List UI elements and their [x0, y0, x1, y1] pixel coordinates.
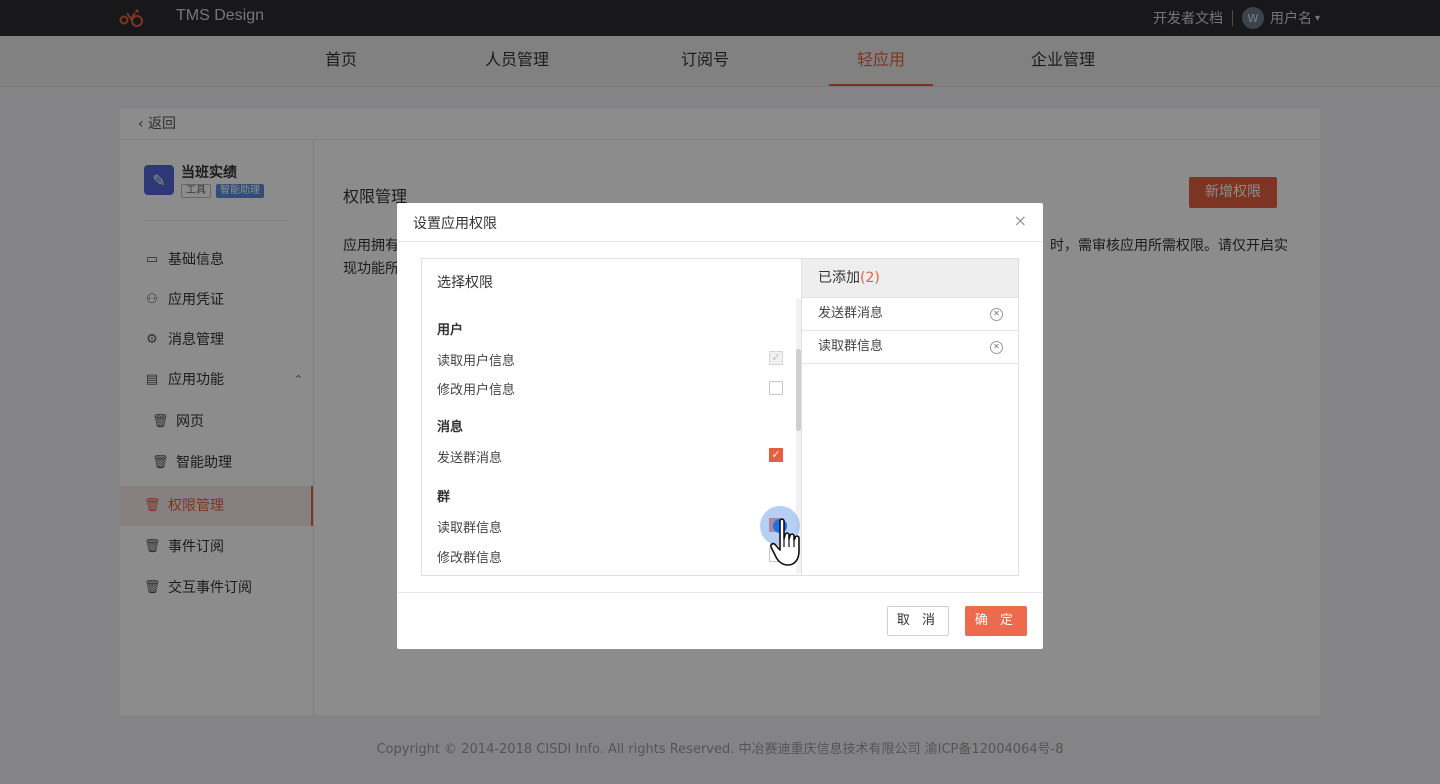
option-modify-user: 修改用户信息 [437, 383, 516, 398]
remove-circle-icon[interactable]: ✕ [990, 308, 1003, 321]
group-group: 群 [437, 490, 451, 505]
group-user: 用户 [437, 323, 464, 338]
option-send-group-message: 发送群消息 [437, 451, 503, 466]
option-read-group: 读取群信息 [437, 521, 503, 536]
permission-transfer: 选择权限 用户 读取用户信息 ✓ 修改用户信息 消息 发送群消息 ✓ 群 读取群… [421, 258, 1019, 576]
remove-circle-icon[interactable]: ✕ [990, 341, 1003, 354]
selected-label: 发送群消息 [818, 306, 884, 321]
permission-target-panel: 已添加(2) 发送群消息 ✕ 读取群信息 ✕ [802, 259, 1018, 575]
close-icon[interactable]: × [1014, 211, 1027, 230]
group-message: 消息 [437, 420, 464, 435]
divider [397, 592, 1043, 593]
target-header: 已添加(2) [802, 259, 1018, 298]
modal-header: 设置应用权限 × [397, 203, 1043, 242]
selected-label: 读取群信息 [818, 339, 884, 354]
checkbox-send-group-message[interactable]: ✓ [769, 448, 783, 462]
source-header: 选择权限 [437, 275, 493, 291]
permission-modal: 设置应用权限 × 选择权限 用户 读取用户信息 ✓ 修改用户信息 消息 发送群消… [397, 203, 1043, 649]
pointer-hand-icon [770, 518, 800, 566]
scrollbar-thumb[interactable] [796, 349, 801, 431]
permission-source-panel: 选择权限 用户 读取用户信息 ✓ 修改用户信息 消息 发送群消息 ✓ 群 读取群… [422, 259, 802, 575]
list-item: 读取群信息 ✕ [802, 331, 1018, 364]
option-modify-group: 修改群信息 [437, 551, 503, 566]
selected-count: (2) [860, 270, 880, 286]
list-item: 发送群消息 ✕ [802, 298, 1018, 331]
checkbox-read-user: ✓ [769, 351, 783, 365]
cancel-button[interactable]: 取 消 [887, 606, 949, 636]
checkbox-modify-user[interactable] [769, 381, 783, 395]
option-read-user: 读取用户信息 [437, 354, 516, 369]
target-header-label: 已添加 [818, 270, 860, 286]
confirm-button[interactable]: 确 定 [965, 606, 1027, 636]
modal-title: 设置应用权限 [413, 216, 497, 232]
